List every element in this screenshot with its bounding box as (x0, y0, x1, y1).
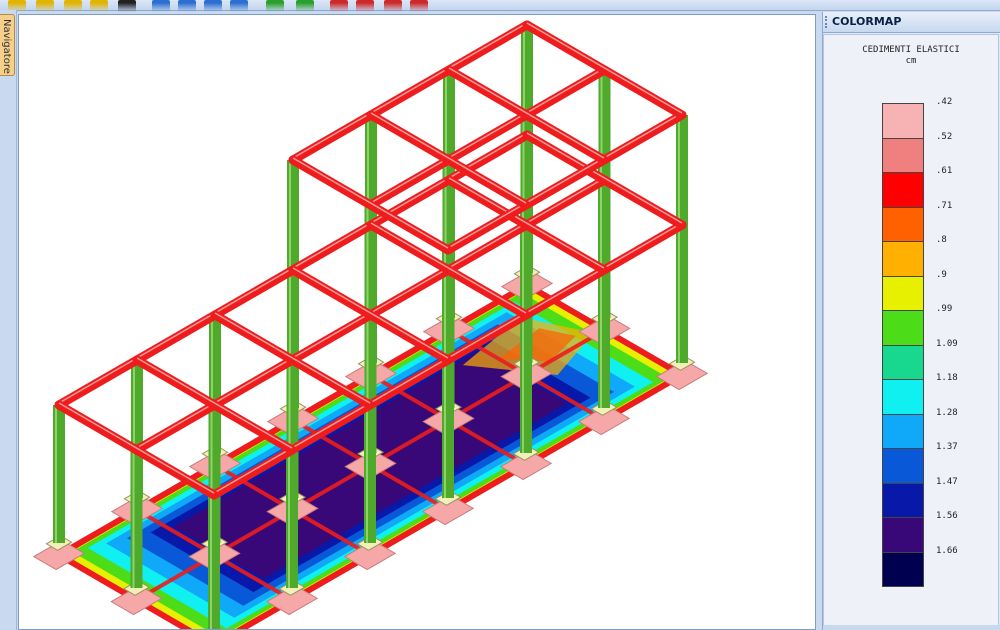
colormap-panel: COLORMAP CEDIMENTI ELASTICI cm .42 .52 .61… (822, 12, 1000, 630)
view-top-icon[interactable] (230, 0, 248, 12)
colormap-unit: cm (905, 56, 917, 66)
colormap-value-label: 1.66 (936, 545, 958, 556)
colormap-value-label: 1.47 (936, 476, 958, 487)
colormap-swatch (882, 275, 924, 311)
previous-icon[interactable] (356, 0, 374, 12)
colormap-value-label: .8 (936, 235, 947, 245)
toolbar (0, 0, 1000, 12)
colormap-swatch (882, 103, 924, 139)
colormap-value-label: 1.28 (936, 407, 958, 418)
colormap-swatch (882, 482, 924, 518)
colormap-panel-title: COLORMAP (832, 15, 902, 28)
colormap-value-label: 1.18 (936, 373, 958, 383)
colormap-swatch (882, 379, 924, 415)
colormap-value-label: .71 (936, 200, 953, 211)
colormap-swatch (882, 344, 924, 380)
colormap-swatch (882, 551, 924, 587)
next-icon[interactable] (410, 0, 428, 12)
colormap-value-label: .42 (936, 97, 953, 107)
structure-model-render[interactable] (19, 15, 816, 630)
view-side-icon[interactable] (178, 0, 196, 12)
colormap-value-label: .9 (936, 269, 947, 280)
colormap-value-label: .52 (936, 131, 953, 142)
colormap-value-label: .61 (936, 166, 953, 176)
panel-grip-icon[interactable] (825, 16, 830, 28)
navigator-tab[interactable]: Navigatore (0, 14, 15, 76)
camera-icon[interactable] (118, 0, 136, 12)
colormap-swatch (882, 310, 924, 346)
panel-footer (823, 625, 1000, 630)
colormap-swatch (882, 517, 924, 553)
model-3d-viewport[interactable] (18, 14, 816, 630)
colormap-swatch (882, 172, 924, 208)
colormap-swatch (882, 137, 924, 173)
colormap-value-label: 1.09 (936, 338, 958, 349)
colormap-value-label: .99 (936, 304, 953, 314)
colormap-value-label: 1.56 (936, 511, 958, 521)
colormap-swatch (882, 241, 924, 277)
export-pdf-icon[interactable] (330, 0, 348, 12)
colormap-swatch (882, 206, 924, 242)
report-icon[interactable] (384, 0, 402, 12)
view-front-icon[interactable] (152, 0, 170, 12)
navigator-tab-label: Navigatore (1, 19, 12, 74)
colormap-swatch (882, 413, 924, 449)
print-icon[interactable] (90, 0, 108, 12)
left-dock-strip (0, 10, 17, 630)
view-iso-icon[interactable] (204, 0, 222, 12)
colormap-title: CEDIMENTI ELASTICI (862, 45, 960, 55)
colormap-swatch (882, 448, 924, 484)
zoom-out-icon[interactable] (64, 0, 82, 12)
dimensions-icon[interactable] (266, 0, 284, 12)
colormap-legend: CEDIMENTI ELASTICI cm .42 .52 .61 .71 .8 .9 .9… (823, 34, 999, 626)
zoom-window-icon[interactable] (36, 0, 54, 12)
colormap-value-label: 1.37 (936, 442, 958, 452)
loads-icon[interactable] (296, 0, 314, 12)
colormap-panel-header[interactable]: COLORMAP (823, 12, 1000, 33)
